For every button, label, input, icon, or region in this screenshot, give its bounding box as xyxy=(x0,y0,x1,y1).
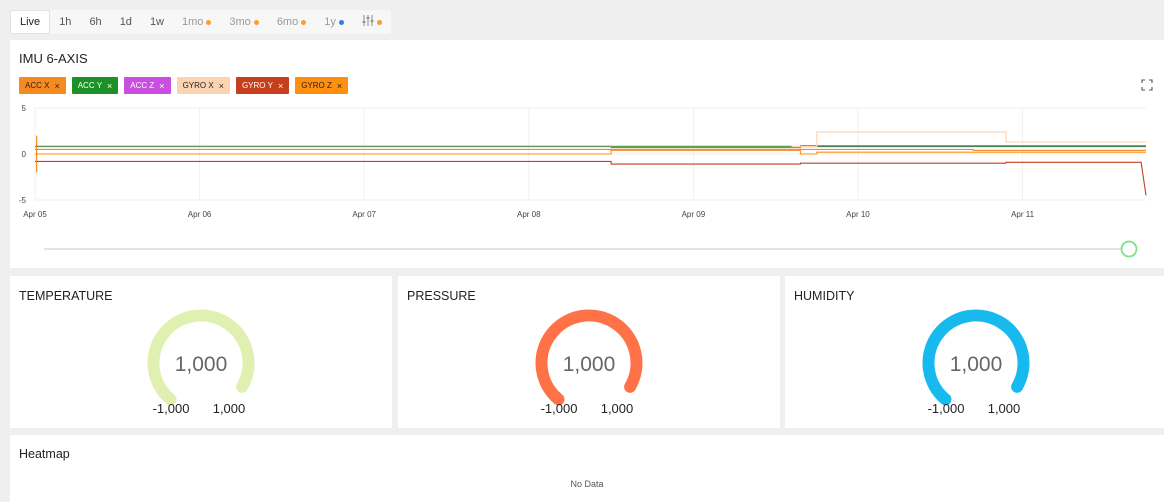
time-range-label: 1mo xyxy=(182,16,204,28)
remove-series-icon[interactable]: × xyxy=(278,81,283,91)
remove-series-icon[interactable]: × xyxy=(107,81,112,91)
gauge-max: 1,000 xyxy=(213,401,246,416)
gauge-min: -1,000 xyxy=(541,401,578,416)
series-line-acc-x xyxy=(35,148,1146,151)
gauge-max: 1,000 xyxy=(601,401,634,416)
time-range-label: Live xyxy=(20,16,41,28)
gauge-min: -1,000 xyxy=(928,401,965,416)
time-range-6h[interactable]: 6h xyxy=(80,10,110,34)
gauge-min: -1,000 xyxy=(153,401,190,416)
x-tick-label: Apr 09 xyxy=(682,210,706,219)
pressure-gauge-panel: PRESSURE 1,000 -1,000 1,000 xyxy=(398,276,780,428)
time-range-label: 6h xyxy=(89,16,102,28)
legend-label: GYRO X xyxy=(182,81,214,90)
x-tick-label: Apr 07 xyxy=(352,210,376,219)
legend-label: GYRO Z xyxy=(301,81,332,90)
series-line-gyro-x xyxy=(35,131,1146,148)
humidity-gauge-panel: HUMIDITY 1,000 -1,000 1,000 xyxy=(785,276,1164,428)
legend-label: ACC X xyxy=(25,81,50,90)
time-range-1mo[interactable]: 1mo xyxy=(173,10,220,34)
sliders-icon xyxy=(362,15,374,29)
series-line-gyro-y xyxy=(35,160,1147,196)
imu-title: IMU 6-AXIS xyxy=(19,51,88,66)
x-tick-label: Apr 05 xyxy=(23,210,47,219)
no-data-text: No Data xyxy=(570,479,604,489)
status-dot xyxy=(206,19,212,25)
gauge-value: 1,000 xyxy=(950,353,1003,376)
y-tick-label: 0 xyxy=(22,150,27,159)
legend-chip-gyro-z[interactable]: GYRO Z × xyxy=(295,77,349,94)
status-dot xyxy=(376,19,382,25)
time-range-label: 1y xyxy=(324,16,336,28)
status-dot xyxy=(253,19,259,25)
time-range-1h[interactable]: 1h xyxy=(50,10,80,34)
legend-chip-acc-z[interactable]: ACC Z × xyxy=(124,77,171,94)
time-range-label: 1d xyxy=(119,16,132,28)
pressure-gauge: 1,000 -1,000 1,000 xyxy=(535,309,643,416)
y-tick-label: 5 xyxy=(22,104,27,113)
temperature-gauge-panel: TEMPERATURE 1,000 -1,000 1,000 xyxy=(10,276,392,428)
time-range-label: 1w xyxy=(149,16,164,28)
x-tick-label: Apr 11 xyxy=(1011,210,1035,219)
x-tick-label: Apr 08 xyxy=(517,210,541,219)
remove-series-icon[interactable]: × xyxy=(159,81,164,91)
time-range-bar: Live 1h 6h 1d 1w 1mo 3mo 6mo 1y xyxy=(10,10,391,34)
x-tick-label: Apr 06 xyxy=(188,210,212,219)
time-range-6mo[interactable]: 6mo xyxy=(268,10,315,34)
heatmap-panel: Heatmap No Data xyxy=(10,435,1164,502)
time-range-1d[interactable]: 1d xyxy=(111,10,141,34)
temperature-gauge: 1,000 -1,000 1,000 xyxy=(147,309,255,416)
legend-chip-gyro-x[interactable]: GYRO X × xyxy=(176,77,230,94)
legend-label: ACC Y xyxy=(77,81,103,90)
x-tick-label: Apr 10 xyxy=(846,210,870,219)
remove-series-icon[interactable]: × xyxy=(54,81,59,91)
imu-chart-panel: 5 0 -5 Apr 05 Apr 06 Apr 07 Apr 08 Apr 09 Apr 10… xyxy=(10,40,1164,268)
time-range-label: 6mo xyxy=(276,16,299,28)
status-dot xyxy=(301,19,307,25)
gauge-value: 1,000 xyxy=(175,353,228,376)
legend-label: ACC Z xyxy=(130,81,155,90)
legend-chip-gyro-y[interactable]: GYRO Y × xyxy=(235,77,290,94)
time-range-label: 1h xyxy=(59,16,72,28)
time-range-live[interactable]: Live xyxy=(10,10,51,34)
humidity-gauge: 1,000 -1,000 1,000 xyxy=(922,309,1030,416)
legend-chip-acc-x[interactable]: ACC X × xyxy=(19,77,66,94)
imu-line-chart[interactable]: 5 0 -5 Apr 05 Apr 06 Apr 07 Apr 08 Apr 09 Apr 10… xyxy=(10,40,1164,268)
legend-chip-acc-y[interactable]: ACC Y × xyxy=(71,77,119,94)
gauge-value: 1,000 xyxy=(563,353,616,376)
remove-series-icon[interactable]: × xyxy=(337,81,342,91)
time-range-3mo[interactable]: 3mo xyxy=(220,10,267,34)
expand-icon[interactable] xyxy=(1140,78,1154,92)
y-tick-label: -5 xyxy=(19,196,27,205)
chart-settings-button[interactable] xyxy=(353,10,391,34)
time-range-label: 3mo xyxy=(229,16,251,28)
time-range-1y[interactable]: 1y xyxy=(315,10,353,34)
remove-series-icon[interactable]: × xyxy=(219,81,224,91)
time-range-slider-handle[interactable] xyxy=(1120,240,1138,258)
time-range-1w[interactable]: 1w xyxy=(141,10,173,34)
heatmap-title: Heatmap xyxy=(19,447,70,461)
status-dot xyxy=(338,19,344,25)
gauge-max: 1,000 xyxy=(988,401,1021,416)
imu-legend: ACC X × ACC Y × ACC Z × GYRO X × GYRO Y × GYRO Z × xyxy=(19,77,354,94)
legend-label: GYRO Y xyxy=(241,81,273,90)
